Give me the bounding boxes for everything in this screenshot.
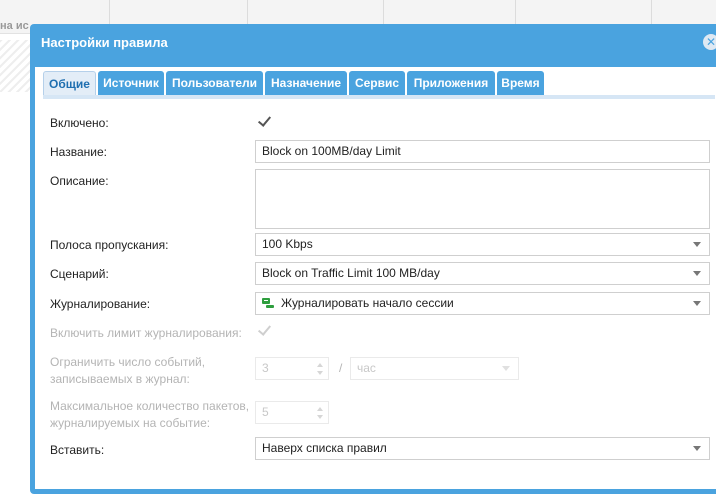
tab-applications[interactable]: Приложения — [407, 71, 495, 95]
tab-service[interactable]: Сервис — [349, 71, 405, 95]
logging-select[interactable]: Журналировать начало сессии — [255, 292, 710, 315]
tab-time[interactable]: Время — [497, 71, 544, 95]
insert-value: Наверх списка правил — [262, 441, 387, 455]
logging-value: Журналировать начало сессии — [281, 296, 454, 310]
name-label: Название: — [50, 145, 107, 159]
chevron-down-icon — [502, 366, 510, 371]
insert-label: Вставить: — [50, 443, 105, 457]
enabled-label: Включено: — [50, 116, 109, 130]
bandwidth-select[interactable]: 100 Kbps — [255, 233, 710, 256]
tab-general[interactable]: Общие — [43, 71, 96, 95]
tab-underline — [43, 95, 715, 99]
spin-up-icon[interactable] — [317, 407, 323, 411]
logging-limit-label: Включить лимит журналирования: — [50, 326, 242, 340]
description-textarea[interactable] — [255, 169, 710, 229]
limit-separator: / — [339, 361, 343, 375]
max-packets-stepper[interactable]: 5 — [255, 401, 329, 424]
limit-unit-value: час — [357, 361, 376, 375]
spin-up-icon[interactable] — [317, 363, 323, 367]
chevron-down-icon — [693, 446, 701, 451]
max-packets-label-line2: журналируемых на событие: — [50, 416, 211, 430]
enabled-checkbox[interactable] — [257, 113, 272, 127]
chevron-down-icon — [693, 301, 701, 306]
max-packets-value: 5 — [262, 405, 269, 419]
dialog-body: Общие Источник Пользователи Назначение С… — [35, 67, 716, 489]
logging-label: Журналирование: — [50, 297, 151, 311]
scenario-select[interactable]: Block on Traffic Limit 100 MB/day — [255, 262, 710, 285]
limit-events-value: 3 — [262, 361, 269, 375]
chevron-down-icon — [693, 271, 701, 276]
spin-down-icon[interactable] — [317, 415, 323, 419]
scenario-value: Block on Traffic Limit 100 MB/day — [262, 266, 440, 280]
scenario-label: Сценарий: — [50, 267, 109, 281]
tab-users[interactable]: Пользователи — [166, 71, 263, 95]
max-packets-label-line1: Максимальное количество пакетов, — [50, 399, 250, 413]
insert-select[interactable]: Наверх списка правил — [255, 437, 710, 460]
tab-destination[interactable]: Назначение — [265, 71, 347, 95]
logging-limit-checkbox[interactable] — [257, 322, 272, 336]
dialog-title: Настройки правила — [41, 35, 168, 50]
chevron-down-icon — [693, 242, 701, 247]
spin-down-icon[interactable] — [317, 371, 323, 375]
name-input[interactable]: Block on 100MB/day Limit — [255, 140, 710, 163]
log-icon — [262, 298, 274, 308]
limit-events-stepper[interactable]: 3 — [255, 357, 329, 380]
limit-unit-select[interactable]: час — [350, 357, 519, 380]
bandwidth-label: Полоса пропускания: — [50, 238, 169, 252]
rule-settings-dialog: Настройки правила ✕ Общие Источник Польз… — [30, 24, 716, 494]
limit-events-label-line2: записываемых в журнал: — [50, 372, 190, 386]
tab-source[interactable]: Источник — [98, 71, 164, 95]
bandwidth-value: 100 Kbps — [262, 237, 313, 251]
description-label: Описание: — [50, 174, 109, 188]
limit-events-label-line1: Ограничить число событий, — [50, 355, 206, 369]
close-icon[interactable]: ✕ — [703, 34, 716, 50]
background-column-label: на ис — [0, 20, 29, 32]
